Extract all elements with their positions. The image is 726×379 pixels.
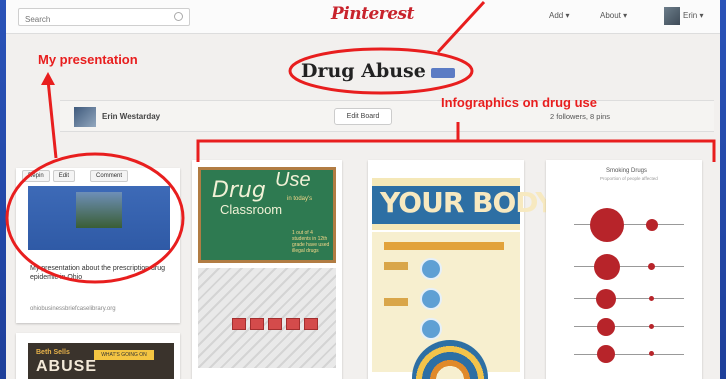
infographic-dot xyxy=(646,219,658,231)
infographic-side-box xyxy=(384,262,408,270)
search-icon[interactable] xyxy=(174,12,183,21)
red-desk xyxy=(268,318,282,330)
user-avatar[interactable] xyxy=(664,7,680,25)
presentation-thumbnail[interactable] xyxy=(28,186,170,250)
red-desk xyxy=(304,318,318,330)
red-desk xyxy=(250,318,264,330)
pinterest-logo[interactable]: Pinterest xyxy=(331,4,414,24)
edit-pin-button[interactable]: Edit xyxy=(52,170,76,182)
board-owner-row: Erin Westarday Edit Board 2 followers, 8… xyxy=(60,100,714,132)
about-menu[interactable]: About ▾ xyxy=(600,11,627,20)
infographic-line xyxy=(574,266,684,267)
red-desk xyxy=(286,318,300,330)
infographic-dot xyxy=(597,345,615,363)
abuse-badge: WHAT'S GOING ON xyxy=(94,350,154,360)
infographic-bar xyxy=(384,242,504,250)
chalk-word-use: Use xyxy=(275,169,311,191)
infographic-dot xyxy=(649,324,654,329)
my-presentation-label: My presentation xyxy=(38,52,138,67)
your-body-title: YOUR BODY xyxy=(380,186,556,219)
chalk-note: 1 out of 4 students in 12th grade have u… xyxy=(292,230,330,254)
repin-button[interactable]: Repin xyxy=(22,170,50,182)
add-menu[interactable]: Add ▾ xyxy=(549,11,569,20)
infographic-circle xyxy=(420,258,442,280)
facebook-like-icon[interactable] xyxy=(431,68,455,78)
chalk-small-text: in today's xyxy=(287,196,313,202)
infographic-dot xyxy=(597,318,615,336)
infographic-dot xyxy=(596,289,616,309)
infographic-dot xyxy=(648,263,655,270)
infographic-circle xyxy=(420,288,442,310)
infographic-dot xyxy=(594,254,620,280)
top-navigation-bar: Pinterest Add ▾ About ▾ Erin ▾ xyxy=(6,0,720,34)
infographic-line xyxy=(574,354,684,355)
infographic-dot xyxy=(590,208,624,242)
smoking-title: Smoking Drugs xyxy=(606,168,648,174)
red-desk xyxy=(232,318,246,330)
chalk-word-drug: Drug xyxy=(212,178,266,203)
edit-board-button[interactable]: Edit Board xyxy=(334,108,392,125)
user-menu[interactable]: Erin ▾ xyxy=(683,11,703,20)
owner-name[interactable]: Erin Westarday xyxy=(102,112,160,121)
pin-source[interactable]: ohiobusinessbriefcaselibrary.org xyxy=(30,306,116,312)
infographic-dot xyxy=(649,351,654,356)
followers-count[interactable]: 2 followers, 8 pins xyxy=(550,112,610,121)
infographic-line xyxy=(574,326,684,327)
pin-card-smoking-drugs[interactable] xyxy=(546,160,702,379)
thumbnail-photo xyxy=(76,192,122,228)
comment-button[interactable]: Comment xyxy=(90,170,129,182)
pin-description: My presentation about the prescription d… xyxy=(30,265,166,281)
abuse-title: ABUSE xyxy=(36,358,98,375)
search-input[interactable] xyxy=(19,11,159,28)
owner-avatar[interactable] xyxy=(74,107,96,127)
infographic-line xyxy=(574,298,684,299)
board-title: Drug Abuse xyxy=(301,60,426,82)
chalk-word-classroom: Classroom xyxy=(220,202,283,217)
search-box[interactable] xyxy=(18,8,190,28)
infographic-side-box xyxy=(384,298,408,306)
abuse-top-text: Beth Sells xyxy=(36,349,70,356)
infographic-circle xyxy=(420,318,442,340)
infographic-dot xyxy=(649,296,654,301)
pin-action-buttons: Repin Edit Comment xyxy=(22,170,131,182)
infographics-label: Infographics on drug use xyxy=(441,95,598,110)
smoking-subtitle: Proportion of people affected xyxy=(600,176,658,181)
